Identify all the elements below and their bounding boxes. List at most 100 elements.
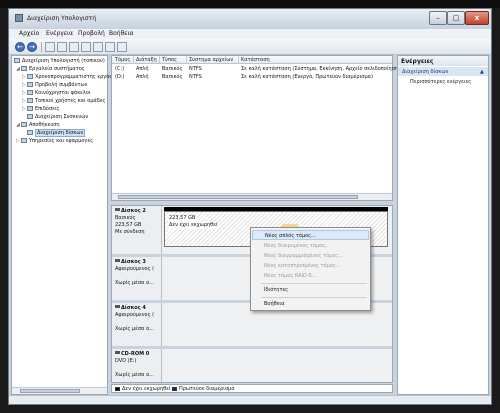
volume-layout: Απλή [136,66,149,72]
scrollbar-thumb[interactable] [20,389,80,393]
column-divider[interactable] [238,56,239,64]
menu-item-help[interactable]: Βοήθεια [252,299,369,309]
menu-item-properties[interactable]: Ιδιότητες [252,285,369,295]
disk-row-cdrom[interactable]: CD-ROM 0 DVD (E:) Χωρίς μέσα α... [112,349,392,382]
disk-type: Βασικός [115,215,136,221]
title-bar[interactable]: Διαχείριση Υπολογιστή – □ x [9,9,491,29]
disk-label[interactable]: Δίσκος 3 Αφαιρούμενος ( Χωρίς μέσα α... [112,257,162,300]
users-icon [27,98,33,103]
back-arrow-icon[interactable]: ← [15,42,25,52]
tree-item-local-users[interactable]: ▷ Τοπικοί χρήστες και ομάδες [22,98,106,104]
storage-icon [21,122,27,127]
tree-item-device-manager[interactable]: Διαχείριση Συσκευών [27,114,88,120]
col-filesystem[interactable]: Σύστημα αρχείων [189,57,233,63]
tree-item-root[interactable]: Διαχείριση Υπολογιστή (τοπικού) [14,58,105,64]
maximize-button[interactable]: □ [447,11,465,25]
toolbar-separator [41,42,42,52]
close-button[interactable]: x [465,11,489,25]
disk-name: CD-ROM 0 [121,351,150,357]
disk-status: Χωρίς μέσα α... [115,326,155,332]
tree-item-event-viewer[interactable]: ▷ Προβολή συμβάντων [22,82,87,88]
disk-label[interactable]: Δίσκος 4 Αφαιρούμενος ( Χωρίς μέσα α... [112,303,162,346]
desktop-background [0,0,500,8]
more-actions-link[interactable]: Περισσότερες ενέργειες [410,79,471,85]
connect-icon[interactable] [93,42,103,52]
disk-name: Δίσκος 4 [121,305,146,311]
show-hide-tree-icon[interactable] [57,42,67,52]
tree-item-task-scheduler[interactable]: ▷ Χρονοπρογραμματιστής εργασιών [22,74,121,80]
column-divider[interactable] [133,56,134,64]
legend-label-primary: Πρωτεύον διαμέρισμα [179,386,235,392]
scrollbar-thumb[interactable] [118,195,358,199]
tree-item-shared-folders[interactable]: ▷ Κοινόχρηστοι φάκελοι [22,90,91,96]
collapse-up-icon[interactable]: ▲ [480,69,484,75]
computer-icon [14,58,20,63]
disk-status: Με σύνδεση [115,229,145,235]
menu-item-new-simple-volume[interactable]: Νέος απλός τόμος... [252,230,369,240]
disk-icon [115,259,120,262]
menu-help[interactable]: Βοήθεια [109,30,134,37]
volume-layout: Απλή [136,74,149,80]
minimize-button[interactable]: – [429,11,447,25]
disk-status: Χωρίς μέσα α... [115,372,155,378]
volume-filesystem: NTFS [189,66,202,72]
menu-item-new-mirrored-volume: Νέος κατοπτρισμένος τόμος... [264,263,341,269]
window-title: Διαχείριση Υπολογιστή [27,15,97,22]
disk-label[interactable]: CD-ROM 0 DVD (E:) Χωρίς μέσα α... [112,349,162,382]
disk-status: Χωρίς μέσα α... [115,280,155,286]
check-icon[interactable] [105,42,115,52]
delete-icon[interactable] [117,42,127,52]
col-type[interactable]: Τύπος [162,57,177,63]
column-divider[interactable] [159,56,160,64]
disk-icon [115,305,120,308]
volume-status: Σε καλή κατάσταση (Ενεργό, Πρωτεύον διαμ… [241,74,373,80]
disk-name: Δίσκος 3 [121,259,146,265]
menu-separator [261,283,367,284]
disk-label[interactable]: Δίσκος 2 Βασικός 223,57 GB Με σύνδεση [112,206,162,254]
volume-list: Τόμος Διάταξη Τύπος Σύστημα αρχείων Κατά… [111,55,406,201]
forward-arrow-icon[interactable]: → [27,42,37,52]
tree-horizontal-scrollbar[interactable] [12,387,107,394]
actions-title: Ενέργειες [398,56,488,66]
legend-label-unallocated: Δεν έχει εκχωρηθεί [122,386,171,392]
partition-size: 223,57 GB [168,215,197,222]
computer-management-icon [15,14,23,22]
partition-status: Δεν έχει εκχωρηθεί [168,222,219,229]
volume-name: (D:) [115,74,125,80]
folder-icon [27,90,33,95]
legend-swatch-primary [172,387,177,391]
disk-icon [115,208,120,211]
help-icon[interactable] [81,42,91,52]
tree-item-disk-management[interactable]: Διαχείριση δίσκων [27,129,86,137]
tree-item-performance[interactable]: ▷ Επιδόσεις [22,106,59,112]
menu-file[interactable]: Αρχείο [19,30,39,37]
disk-management-icon [27,130,33,135]
col-layout[interactable]: Διάταξη [136,57,157,63]
disk-legend: Δεν έχει εκχωρηθεί Πρωτεύον διαμέρισμα [111,384,393,393]
actions-section-disk-management[interactable]: Διαχείριση δίσκων [398,67,488,76]
menu-action[interactable]: Ενέργεια [46,30,73,37]
column-divider[interactable] [186,56,187,64]
computer-management-window: Διαχείριση Υπολογιστή – □ x Αρχείο Ενέργ… [8,8,492,405]
properties-icon[interactable] [69,42,79,52]
col-volume[interactable]: Τόμος [115,57,130,63]
disk-name: Δίσκος 2 [121,208,146,214]
menu-separator [261,297,367,298]
tree-item-storage[interactable]: ◢ Αποθήκευση [16,122,60,128]
tools-icon [21,66,27,71]
disk-partitions [162,349,392,382]
device-manager-icon [27,114,33,119]
volume-horizontal-scrollbar[interactable] [112,193,392,200]
volume-filesystem: NTFS [189,74,202,80]
tree-item-system-tools[interactable]: ◢ Εργαλεία συστήματος [16,66,85,72]
disk-size: 223,57 GB [115,222,142,228]
tree-item-services[interactable]: ▷ Υπηρεσίες και εφαρμογές [16,138,93,144]
context-menu: Νέος απλός τόμος... Νέος διαιρεμένος τόμ… [250,227,371,311]
volume-list-header: Τόμος Διάταξη Τύπος Σύστημα αρχείων Κατά… [112,56,392,64]
actions-pane: Ενέργειες Διαχείριση δίσκων ▲ Περισσότερ… [397,55,489,395]
volume-status: Σε καλή κατάσταση (Σύστημα, Εκκίνηση, Αρ… [241,66,406,72]
up-level-icon[interactable] [45,42,55,52]
col-status[interactable]: Κατάσταση [241,57,270,63]
menu-view[interactable]: Προβολή [78,30,105,37]
status-bar [9,395,491,404]
